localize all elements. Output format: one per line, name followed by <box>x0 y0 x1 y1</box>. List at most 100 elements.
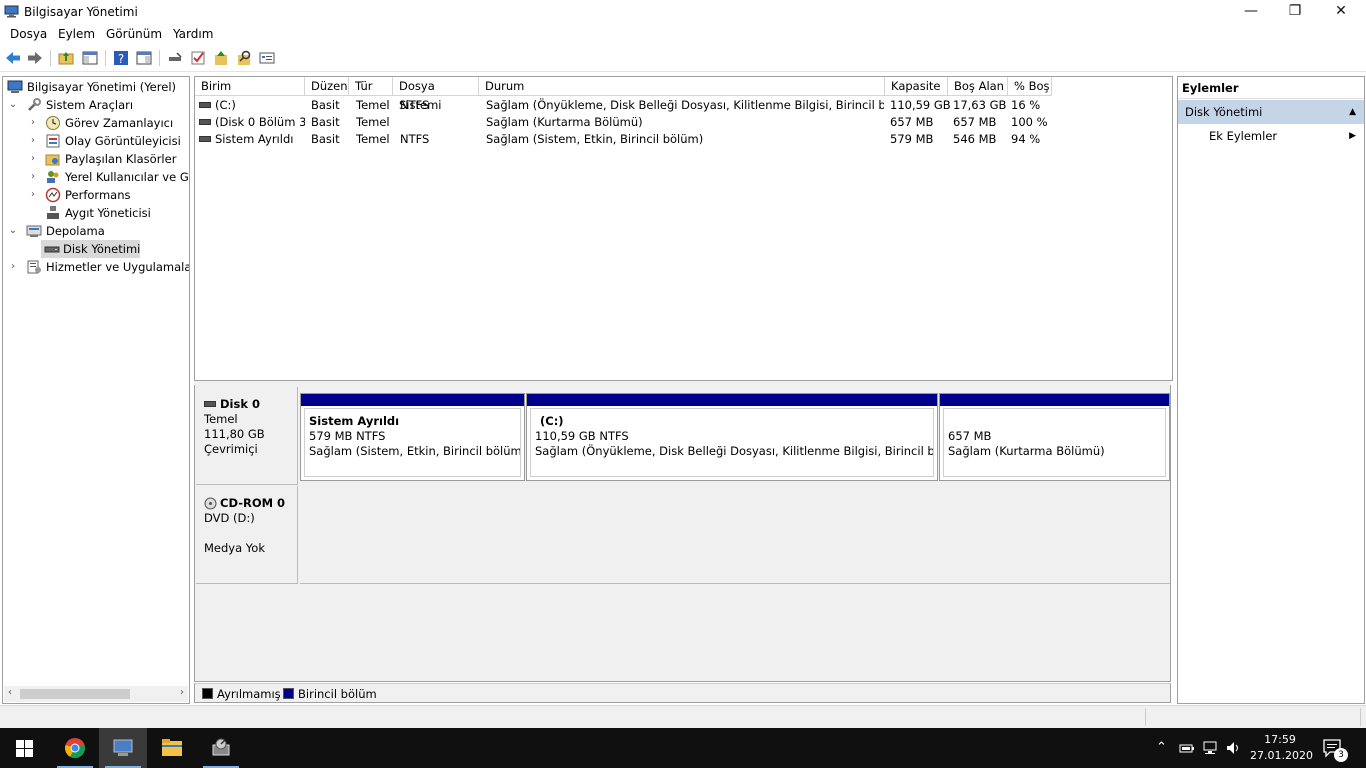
network-icon[interactable] <box>1202 741 1218 755</box>
show-hide-action-pane-icon[interactable] <box>135 49 153 67</box>
more-actions-item[interactable]: Ek Eylemler ▶ <box>1178 126 1364 146</box>
legend: Ayrılmamış Birincil bölüm <box>194 683 1171 703</box>
collapse-up-icon[interactable]: ▲ <box>1349 100 1356 124</box>
users-icon <box>47 171 59 183</box>
toolbar-separator <box>105 50 106 66</box>
column-header-type[interactable]: Tür <box>349 77 393 96</box>
toolbar-separator <box>159 50 160 66</box>
close-button[interactable]: ✕ <box>1318 0 1364 24</box>
connect-drive-icon[interactable] <box>166 49 184 67</box>
chevron-down-icon[interactable]: ⌄ <box>7 96 19 114</box>
chevron-up-icon[interactable]: ⌃ <box>1156 740 1167 755</box>
show-hide-tree-icon[interactable] <box>81 49 99 67</box>
tools-icon <box>28 98 41 111</box>
drive-icon <box>199 101 211 108</box>
disk-name: Disk 0 <box>220 397 260 411</box>
chevron-down-icon[interactable]: ⌄ <box>7 222 19 240</box>
chevron-left-icon[interactable]: ‹ <box>8 687 12 698</box>
disk-drive-icon <box>44 246 60 253</box>
partition-c-drive[interactable]: (C:) 110,59 GB NTFS Sağlam (Önyükleme, D… <box>526 393 938 481</box>
actions-section-disk-management[interactable]: Disk Yönetimi ▲ <box>1178 100 1364 124</box>
volume-icon[interactable] <box>1226 741 1242 755</box>
primary-swatch <box>283 688 294 699</box>
menu-help[interactable]: Yardım <box>173 27 213 41</box>
column-header-status[interactable]: Durum <box>479 77 885 96</box>
cdrom-area[interactable] <box>300 486 1170 584</box>
submenu-arrow-icon: ▶ <box>1349 131 1356 141</box>
cd-rom-icon <box>204 497 217 510</box>
clock-time: 17:59 <box>1264 733 1296 746</box>
disk-0-label[interactable]: Disk 0 Temel 111,80 GB Çevrimiçi <box>196 387 298 485</box>
check-icon[interactable] <box>189 49 207 67</box>
folder-icon <box>162 739 182 756</box>
table-row[interactable]: (Disk 0 Bölüm 3) Basit Temel Sağlam (Kur… <box>195 114 1172 131</box>
chevron-right-icon[interactable]: › <box>27 114 39 132</box>
chevron-right-icon[interactable]: › <box>27 150 39 168</box>
disk-status: Çevrimiçi <box>204 442 258 456</box>
chevron-right-icon[interactable]: › <box>7 258 19 276</box>
taskbar-file-explorer[interactable] <box>148 728 196 768</box>
table-row[interactable]: Sistem Ayrıldı Basit Temel NTFS Sağlam (… <box>195 131 1172 148</box>
table-row[interactable]: (C:) Basit Temel NTFS Sağlam (Önyükleme,… <box>195 97 1172 114</box>
cell-free-space: 657 MB <box>953 115 997 129</box>
cell-capacity: 110,59 GB <box>890 98 951 112</box>
taskbar-computer-management[interactable] <box>99 728 147 768</box>
column-header-free-space[interactable]: Boş Alan <box>948 77 1008 96</box>
cdrom-0-label[interactable]: CD-ROM 0 DVD (D:) Medya Yok <box>196 486 298 584</box>
cell-free-space: 546 MB <box>953 132 997 146</box>
cell-volume: Sistem Ayrıldı <box>199 131 305 148</box>
partition-size: 657 MB <box>948 429 992 443</box>
column-header-percent-free[interactable]: % Boş <box>1008 77 1052 96</box>
restore-button[interactable]: ❐ <box>1272 0 1318 24</box>
storage-icon <box>26 225 42 237</box>
back-icon[interactable] <box>4 49 22 67</box>
menu-view[interactable]: Görünüm <box>106 27 162 41</box>
clock[interactable]: 17:59 27.01.2020 <box>1250 732 1313 764</box>
column-header-file-system[interactable]: Dosya Sistemi <box>393 77 479 112</box>
chevron-right-icon[interactable]: › <box>27 168 39 186</box>
shared-folder-icon <box>45 154 60 166</box>
cell-status: Sağlam (Sistem, Etkin, Birincil bölüm) <box>486 132 704 146</box>
taskbar-app-4[interactable] <box>197 728 245 768</box>
actions-header: Eylemler <box>1178 77 1364 99</box>
menu-file[interactable]: Dosya <box>10 27 47 41</box>
taskbar-chrome[interactable] <box>51 728 99 768</box>
properties-icon[interactable] <box>258 49 276 67</box>
chevron-right-icon[interactable]: › <box>27 132 39 150</box>
cell-file-system: NTFS <box>400 98 430 112</box>
chevron-right-icon[interactable]: › <box>180 687 184 698</box>
upload-icon[interactable] <box>212 49 230 67</box>
tree-horizontal-scrollbar[interactable]: ‹ › <box>4 686 188 702</box>
cell-status: Sağlam (Önyükleme, Disk Belleği Dosyası,… <box>486 98 884 112</box>
disk-status: Medya Yok <box>204 541 265 555</box>
help-icon[interactable]: ? <box>112 49 130 67</box>
windows-start-icon[interactable] <box>16 740 33 757</box>
up-folder-icon[interactable] <box>57 49 75 67</box>
cell-percent-free: 16 % <box>1011 98 1041 112</box>
column-header-capacity[interactable]: Kapasite <box>885 77 948 96</box>
partition-recovery[interactable]: 657 MB Sağlam (Kurtarma Bölümü) <box>939 393 1170 481</box>
primary-partition-bar <box>301 394 524 406</box>
disk-drive-icon <box>204 400 216 407</box>
column-header-layout[interactable]: Düzen <box>305 77 349 96</box>
minimize-button[interactable]: — <box>1228 0 1274 24</box>
status-separator <box>1360 708 1361 726</box>
forward-icon[interactable] <box>26 49 44 67</box>
toolbar: ? <box>0 45 1366 72</box>
toolbar-separator <box>50 50 51 66</box>
navigation-tree: Bilgisayar Yönetimi (Yerel) ⌄ Sistem Ara… <box>2 76 190 704</box>
partition-system-reserved[interactable]: Sistem Ayrıldı 579 MB NTFS Sağlam (Siste… <box>300 393 525 481</box>
partition-status: Sağlam (Kurtarma Bölümü) <box>948 444 1105 458</box>
status-separator <box>1145 708 1146 726</box>
scrollbar-thumb[interactable] <box>20 689 130 699</box>
disk-tool-icon <box>212 738 230 756</box>
tree-item-disk-management[interactable]: Disk Yönetimi <box>41 240 140 258</box>
cell-volume: (C:) <box>199 97 305 114</box>
cell-layout: Basit <box>311 115 340 129</box>
chevron-right-icon[interactable]: › <box>27 186 39 204</box>
search-icon[interactable] <box>235 49 253 67</box>
primary-partition-bar <box>527 394 937 406</box>
column-header-volume[interactable]: Birim <box>195 77 305 96</box>
battery-icon[interactable] <box>1179 742 1195 754</box>
menu-action[interactable]: Eylem <box>58 27 95 41</box>
